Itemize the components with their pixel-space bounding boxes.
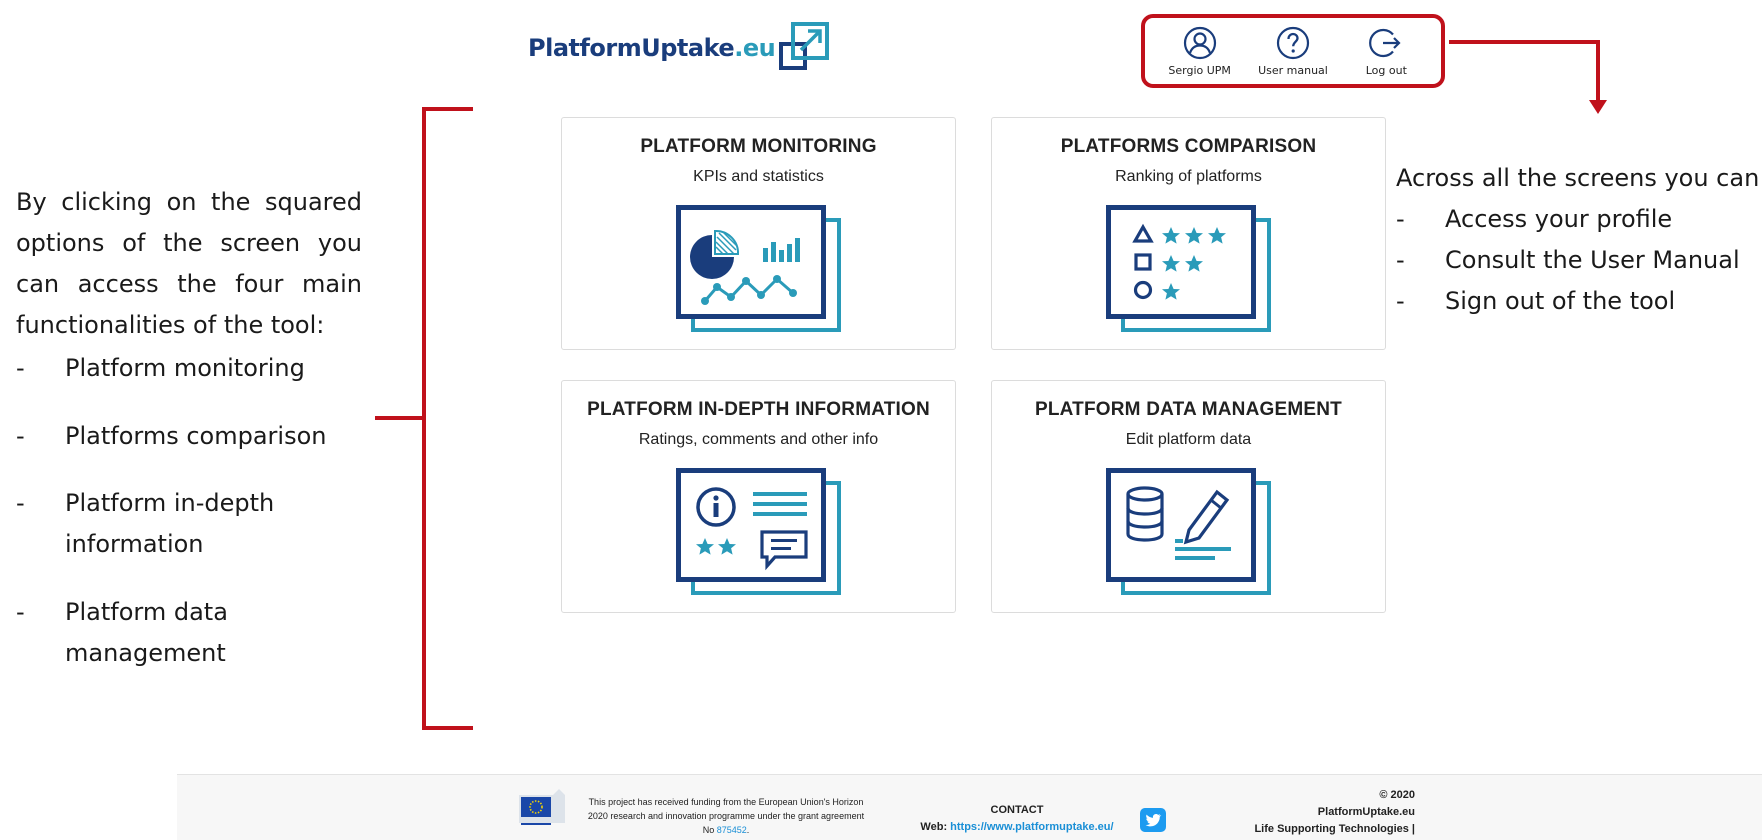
twitter-icon xyxy=(1145,813,1162,827)
arrow-down-icon xyxy=(1589,100,1607,114)
info-icon xyxy=(676,468,841,595)
platform-data-management-card[interactable]: PLATFORM DATA MANAGEMENT Edit platform d… xyxy=(991,380,1386,613)
list-item: - Consult the User Manual xyxy=(1396,240,1762,281)
left-intro-text: By clicking on the squared options of th… xyxy=(16,188,362,339)
contact-block: CONTACT Web: https://www.platformuptake.… xyxy=(912,802,1122,836)
list-item-text: Platform monitoring xyxy=(65,354,305,382)
card-title: PLATFORM MONITORING xyxy=(640,136,877,157)
logout-label: Log out xyxy=(1365,63,1407,77)
copyright-block: © 2020 PlatformUptake.eu Life Supporting… xyxy=(1227,787,1415,840)
list-item: - Platform monitoring xyxy=(16,348,305,389)
eu-flag-icon xyxy=(519,789,565,825)
right-feature-list: - Access your profile - Consult the User M… xyxy=(1396,199,1762,322)
list-item: - Platforms comparison xyxy=(16,416,326,457)
logo-mark-icon xyxy=(779,22,830,70)
platforms-comparison-card[interactable]: PLATFORMS COMPARISON Ranking of platform… xyxy=(991,117,1386,350)
list-dash: - xyxy=(16,489,25,517)
list-dash: - xyxy=(16,422,25,450)
web-line: Web: https://www.platformuptake.eu/ xyxy=(912,819,1122,836)
copyright-org: Life Supporting Technologies | UPM xyxy=(1254,823,1415,835)
list-item-text: Sign out of the tool xyxy=(1445,287,1676,315)
card-title: PLATFORM DATA MANAGEMENT xyxy=(1034,399,1342,420)
web-label: Web: xyxy=(920,821,948,833)
logo-text: PlatformUptake.eu xyxy=(528,34,776,62)
list-item-text: Access your profile xyxy=(1445,205,1673,233)
list-item-text-line2: management xyxy=(65,639,226,667)
copyright-name: PlatformUptake.eu xyxy=(1317,806,1415,818)
card-subtitle: Ranking of platforms xyxy=(1115,168,1262,185)
website-link[interactable]: https://www.platformuptake.eu/ xyxy=(950,821,1113,833)
contact-label: CONTACT xyxy=(990,804,1044,816)
card-title: PLATFORM IN-DEPTH INFORMATION xyxy=(587,399,930,420)
card-subtitle: Ratings, comments and other info xyxy=(638,431,879,448)
profile-button[interactable]: Sergio UPM xyxy=(1155,26,1245,77)
list-item: - Sign out of the tool xyxy=(1396,281,1762,322)
right-intro-text: Across all the screens you can: xyxy=(1396,164,1762,192)
right-explanation: Across all the screens you can: - Access … xyxy=(1396,158,1762,322)
list-item: - Access your profile xyxy=(1396,199,1762,240)
logout-button[interactable]: Log out xyxy=(1341,26,1431,77)
user-manual-button[interactable]: User manual xyxy=(1248,26,1338,77)
profile-label: Sergio UPM xyxy=(1168,63,1231,77)
nav-annotation-line xyxy=(1449,40,1600,104)
copyright-year: © 2020 xyxy=(1379,789,1415,801)
chart-icon xyxy=(676,205,841,332)
logout-icon xyxy=(1369,28,1401,57)
top-navigation: Sergio UPM User manual Log out xyxy=(1141,14,1445,88)
list-item-text: Platform in-depth xyxy=(65,489,275,517)
platformuptake-logo: PlatformUptake.eu xyxy=(528,20,831,76)
help-icon xyxy=(1276,26,1310,59)
logo-part-eu: .eu xyxy=(734,34,776,62)
list-item-text: Platform data xyxy=(65,598,228,626)
list-item-text-line2: information xyxy=(65,530,204,558)
list-item-text: Consult the User Manual xyxy=(1445,246,1740,274)
user-manual-label: User manual xyxy=(1258,63,1328,77)
cards-bracket xyxy=(422,107,473,730)
logo-part-uptake: Uptake xyxy=(641,34,735,62)
list-dash: - xyxy=(1396,205,1405,233)
list-item: - Platform in-depth information xyxy=(16,483,274,565)
list-dash: - xyxy=(1396,287,1405,315)
twitter-button[interactable] xyxy=(1140,808,1166,832)
ranking-icon xyxy=(1106,205,1271,332)
grant-number-link[interactable]: 875452 xyxy=(717,825,747,835)
platform-in-depth-card[interactable]: PLATFORM IN-DEPTH INFORMATION Ratings, c… xyxy=(561,380,956,613)
logo-part-platform: Platform xyxy=(528,34,642,62)
user-icon xyxy=(1183,26,1216,59)
database-edit-icon xyxy=(1106,468,1271,595)
platform-monitoring-card[interactable]: PLATFORM MONITORING KPIs and statistics xyxy=(561,117,956,350)
grant-suffix: . xyxy=(746,825,750,835)
card-title: PLATFORMS COMPARISON xyxy=(1060,136,1317,157)
list-dash: - xyxy=(1396,246,1405,274)
list-dash: - xyxy=(16,354,25,382)
funding-notice: This project has received funding from t… xyxy=(584,795,868,837)
card-subtitle: KPIs and statistics xyxy=(693,168,824,185)
list-item-text: Platforms comparison xyxy=(65,422,327,450)
page-footer: This project has received funding from t… xyxy=(177,774,1762,840)
list-item: - Platform data management xyxy=(16,592,228,674)
list-dash: - xyxy=(16,598,25,626)
card-subtitle: Edit platform data xyxy=(1125,431,1252,448)
